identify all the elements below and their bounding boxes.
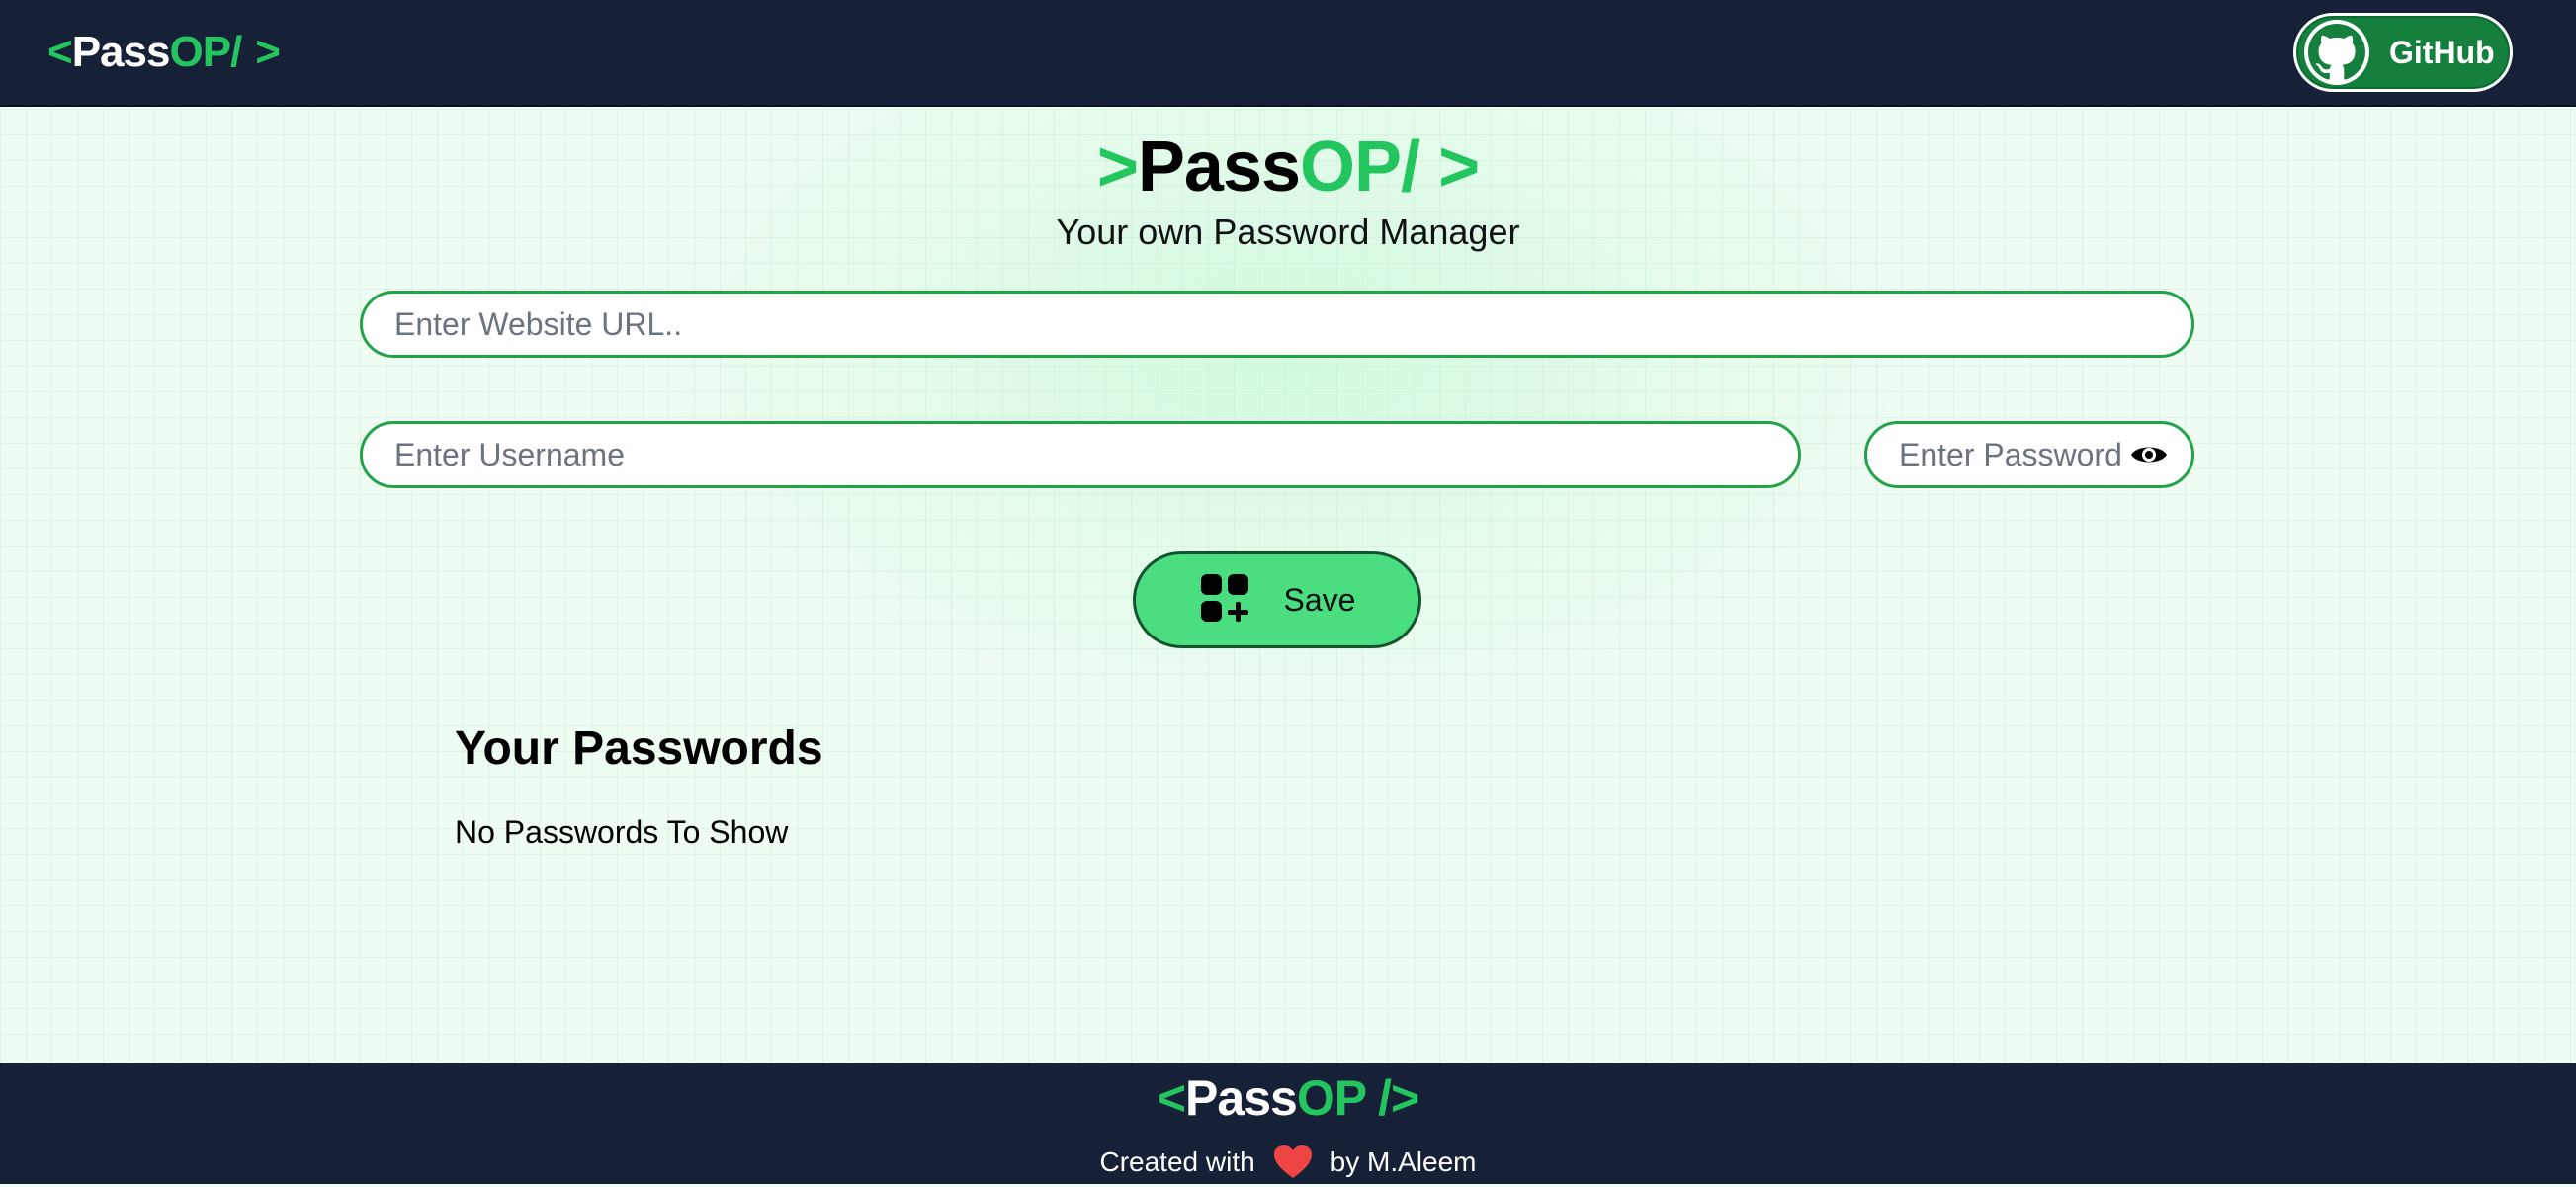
heart-icon bbox=[1273, 1145, 1313, 1180]
username-field[interactable] bbox=[360, 421, 1801, 488]
passwords-empty-message: No Passwords To Show bbox=[455, 814, 789, 850]
footer-logo-open: < bbox=[1157, 1070, 1186, 1126]
author-text: by M.Aleem bbox=[1330, 1146, 1477, 1177]
add-grid-icon bbox=[1199, 572, 1250, 629]
created-with-text: Created with bbox=[1099, 1146, 1255, 1177]
title-close-bracket: > bbox=[1438, 127, 1480, 207]
title-open-bracket: > bbox=[1096, 127, 1139, 207]
eye-icon[interactable] bbox=[2128, 440, 2170, 469]
brand-logo[interactable]: < Pass OP/ > bbox=[47, 28, 281, 77]
page-title-logo: >PassOP/ > bbox=[0, 127, 2576, 208]
github-label: GitHub bbox=[2389, 34, 2495, 70]
passwords-heading: Your Passwords bbox=[455, 722, 823, 775]
footer-logo-pass: Pass bbox=[1185, 1070, 1298, 1126]
save-label: Save bbox=[1283, 581, 1356, 618]
title-op-text: OP/ bbox=[1300, 127, 1420, 207]
footer-logo-close: /> bbox=[1378, 1070, 1419, 1126]
logo-open-bracket: < bbox=[47, 28, 73, 76]
github-icon bbox=[2304, 20, 2369, 85]
page-subtitle: Your own Password Manager bbox=[1056, 212, 1520, 252]
password-field[interactable] bbox=[1864, 421, 2194, 488]
website-url-field[interactable] bbox=[360, 291, 2194, 358]
footer-logo: <PassOP /> bbox=[0, 1069, 2576, 1127]
website-url-input[interactable] bbox=[363, 294, 2191, 355]
logo-pass-text: Pass bbox=[71, 28, 171, 76]
logo-close-bracket: > bbox=[255, 28, 281, 76]
footer: <PassOP /> Created with by M.Aleem bbox=[0, 1063, 2576, 1184]
github-button[interactable]: GitHub bbox=[2293, 13, 2513, 92]
save-button[interactable]: Save bbox=[1133, 551, 1421, 648]
logo-op-text: OP/ bbox=[169, 28, 242, 76]
footer-credit: Created with by M.Aleem bbox=[0, 1145, 2576, 1180]
navbar: < Pass OP/ > GitHub bbox=[0, 0, 2576, 107]
footer-logo-op: OP bbox=[1296, 1070, 1366, 1126]
username-input[interactable] bbox=[363, 424, 1798, 485]
main-content: >PassOP/ > Your own Password Manager Ent… bbox=[0, 109, 2576, 1063]
title-pass-text: Pass bbox=[1137, 127, 1301, 207]
